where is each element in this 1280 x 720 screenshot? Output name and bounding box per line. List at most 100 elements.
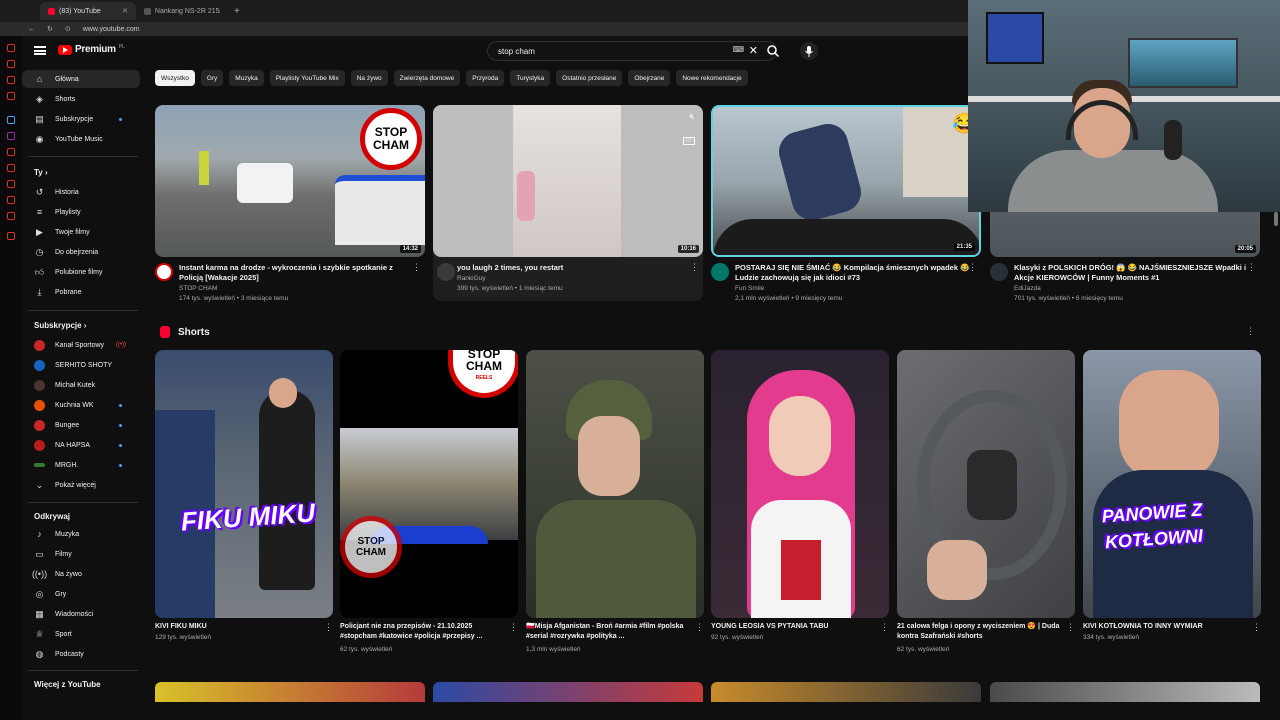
chip-live[interactable]: Na żywo [350,70,388,86]
chip-recent[interactable]: Ostatnio przesłane [556,70,623,86]
more-options-icon[interactable]: ⋮ [1246,326,1255,337]
chip-mix[interactable]: Playlisty YouTube Mix [269,70,345,86]
video-card-hovered[interactable]: 🔇︎ cc 10:16 you laugh 2 times, you resta… [433,105,703,301]
channel-name[interactable]: STOP CHAM [179,285,217,292]
sidebar-app-icon[interactable] [7,148,15,156]
chip-pets[interactable]: Zwierzęta domowe [393,70,461,86]
short-card[interactable]: FIKU MIKU KIVI FIKU MIKU 129 tys. wyświe… [155,350,333,641]
sidebar-item-watch-later[interactable]: ◷ Do obejrzenia [22,243,140,261]
sidebar-app-icon[interactable] [7,180,15,188]
sidebar-app-icon[interactable] [7,116,15,124]
sidebar-item-your-videos[interactable]: ▶ Twoje filmy [22,223,140,241]
video-title[interactable]: Klasyki z POLSKICH DRÓG! 😱 😂 NAJŚMIESZNI… [1014,263,1250,283]
short-title[interactable]: KIVI KOTŁOWNIA TO INNY WYMIAR [1083,622,1248,632]
tab-nankang[interactable]: Nankang NS-2R 215/3… [136,2,228,20]
sidebar-item-shorts[interactable]: ◈ Shorts [22,90,140,108]
short-thumbnail[interactable]: PANOWIE Z KOTŁOWNI [1083,350,1261,618]
chip-all[interactable]: Wszystko [155,70,195,86]
more-options-icon[interactable]: ⋮ [1247,262,1256,273]
sidebar-app-icon[interactable] [7,212,15,220]
menu-icon[interactable] [34,46,46,55]
sidebar-item-history[interactable]: ↺ Historia [22,183,140,201]
more-options-icon[interactable]: ⋮ [1252,622,1261,633]
short-card[interactable]: 21 calowa felga i opony z wyciszeniem 😍 … [897,350,1075,653]
sidebar-item-home[interactable]: ⌂ Główna [22,70,140,88]
channel-avatar[interactable] [711,263,729,281]
sidebar-app-icon[interactable] [7,132,15,140]
video-title[interactable]: POSTARAJ SIĘ NIE ŚMIAĆ 😂 Kompilacja śmie… [735,263,971,283]
short-card[interactable]: STOP CHAM REELS STOP CHAM Policjant nie … [340,350,518,653]
channel-avatar[interactable] [155,263,173,281]
chip-games[interactable]: Gry [200,70,224,86]
sidebar-sub-serhito[interactable]: SERHITO SHOTY [22,356,140,374]
reload-icon[interactable]: ↻ [41,25,59,33]
sidebar-sub-na-hapsa[interactable]: NA HAPSA [22,436,140,454]
sidebar-item-subscriptions[interactable]: ▤ Subskrypcje [22,110,140,128]
channel-name[interactable]: RankiGuy [457,275,486,282]
tab-youtube[interactable]: (83) YouTube ✕ [40,2,136,20]
sidebar-app-icon[interactable] [7,164,15,172]
short-title[interactable]: Policjant nie zna przepisów - 21.10.2025… [340,622,505,642]
sidebar-app-icon[interactable] [7,44,15,52]
video-title[interactable]: you laugh 2 times, you restart [457,263,693,273]
sidebar-app-icon[interactable] [7,232,15,240]
chip-watched[interactable]: Obejrzane [628,70,671,86]
video-thumbnail[interactable]: 🔇︎ cc 10:16 [433,105,703,257]
close-tab-icon[interactable]: ✕ [122,7,128,15]
video-thumbnail-partial[interactable] [155,682,425,702]
channel-avatar[interactable] [437,263,455,281]
video-thumbnail[interactable]: 😂 21:35 [711,105,981,257]
short-card[interactable]: PANOWIE Z KOTŁOWNI KIVI KOTŁOWNIA TO INN… [1083,350,1261,641]
sidebar-sub-bungee[interactable]: Bungee [22,416,140,434]
sidebar-item-music-explore[interactable]: ♪ Muzyka [22,525,140,543]
more-options-icon[interactable]: ⋮ [695,622,704,633]
channel-name[interactable]: EdiJazda [1014,285,1041,292]
sidebar-app-icon[interactable] [7,60,15,68]
search-icon[interactable] [766,44,780,58]
more-options-icon[interactable]: ⋮ [690,262,699,273]
section-header-subscriptions[interactable]: Subskrypcje › [34,321,86,330]
short-title[interactable]: 🇵🇱Misja Afganistan - Broń #armia #film #… [526,622,691,642]
short-title[interactable]: YOUNG LEOSIA VS PYTANIA TABU [711,622,876,632]
keyboard-icon[interactable]: ⌨ [732,45,744,54]
sidebar-item-downloads[interactable]: ⤓ Pobrane [22,283,140,301]
short-thumbnail[interactable] [711,350,889,618]
back-icon[interactable]: ← [22,26,41,33]
sidebar-item-playlists[interactable]: ≡ Playlisty [22,203,140,221]
mute-icon[interactable]: 🔇︎ [689,111,695,122]
sidebar-app-icon[interactable] [7,76,15,84]
sidebar-sub-michal-kutek[interactable]: Michał Kutek [22,376,140,394]
chip-music[interactable]: Muzyka [229,70,264,86]
more-options-icon[interactable]: ⋮ [324,622,333,633]
sidebar-app-icon[interactable] [7,196,15,204]
more-options-icon[interactable]: ⋮ [968,262,977,273]
sidebar-item-sport[interactable]: ♕ Sport [22,625,140,643]
video-card[interactable]: STOP CHAM 14:32 Instant karma na drodze … [155,105,425,302]
sidebar-item-music[interactable]: ◉ YouTube Music [22,130,140,148]
short-card[interactable]: 🇵🇱Misja Afganistan - Broń #armia #film #… [526,350,704,653]
search-input[interactable]: stop cham ⌨ ✕ [487,41,777,61]
more-options-icon[interactable]: ⋮ [880,622,889,633]
chip-new-recommendations[interactable]: Nowe rekomendacje [676,70,748,86]
voice-search-button[interactable] [800,42,818,60]
more-options-icon[interactable]: ⋮ [509,622,518,633]
site-info-icon[interactable]: ⊙ [59,25,77,33]
video-thumbnail-partial[interactable] [711,682,981,702]
chip-nature[interactable]: Przyroda [466,70,505,86]
sidebar-item-news[interactable]: ▦ Wiadomości [22,605,140,623]
video-thumbnail-partial[interactable] [433,682,703,702]
short-card[interactable]: YOUNG LEOSIA VS PYTANIA TABU 92 tys. wyś… [711,350,889,641]
video-card[interactable]: 😂 21:35 POSTARAJ SIĘ NIE ŚMIAĆ 😂 Kompila… [711,105,981,302]
url-field[interactable]: www.youtube.com [83,26,140,33]
sidebar-sub-mrgh[interactable]: MRGH. [22,456,140,474]
sidebar-item-live[interactable]: ((•)) Na żywo [22,565,140,583]
sidebar-item-liked[interactable]: 👍︎ Polubione filmy [22,263,140,281]
sidebar-sub-kuchnia-wk[interactable]: Kuchnia WK [22,396,140,414]
short-thumbnail[interactable] [526,350,704,618]
sidebar-item-podcasts[interactable]: ◍ Podcasty [22,645,140,663]
show-more-button[interactable]: ⌄ Pokaż więcej [22,476,140,494]
more-options-icon[interactable]: ⋮ [1066,622,1075,633]
sidebar-item-films[interactable]: ▭ Filmy [22,545,140,563]
youtube-logo[interactable]: Premium PL [58,44,125,55]
channel-name[interactable]: Fun Smile [735,285,764,292]
